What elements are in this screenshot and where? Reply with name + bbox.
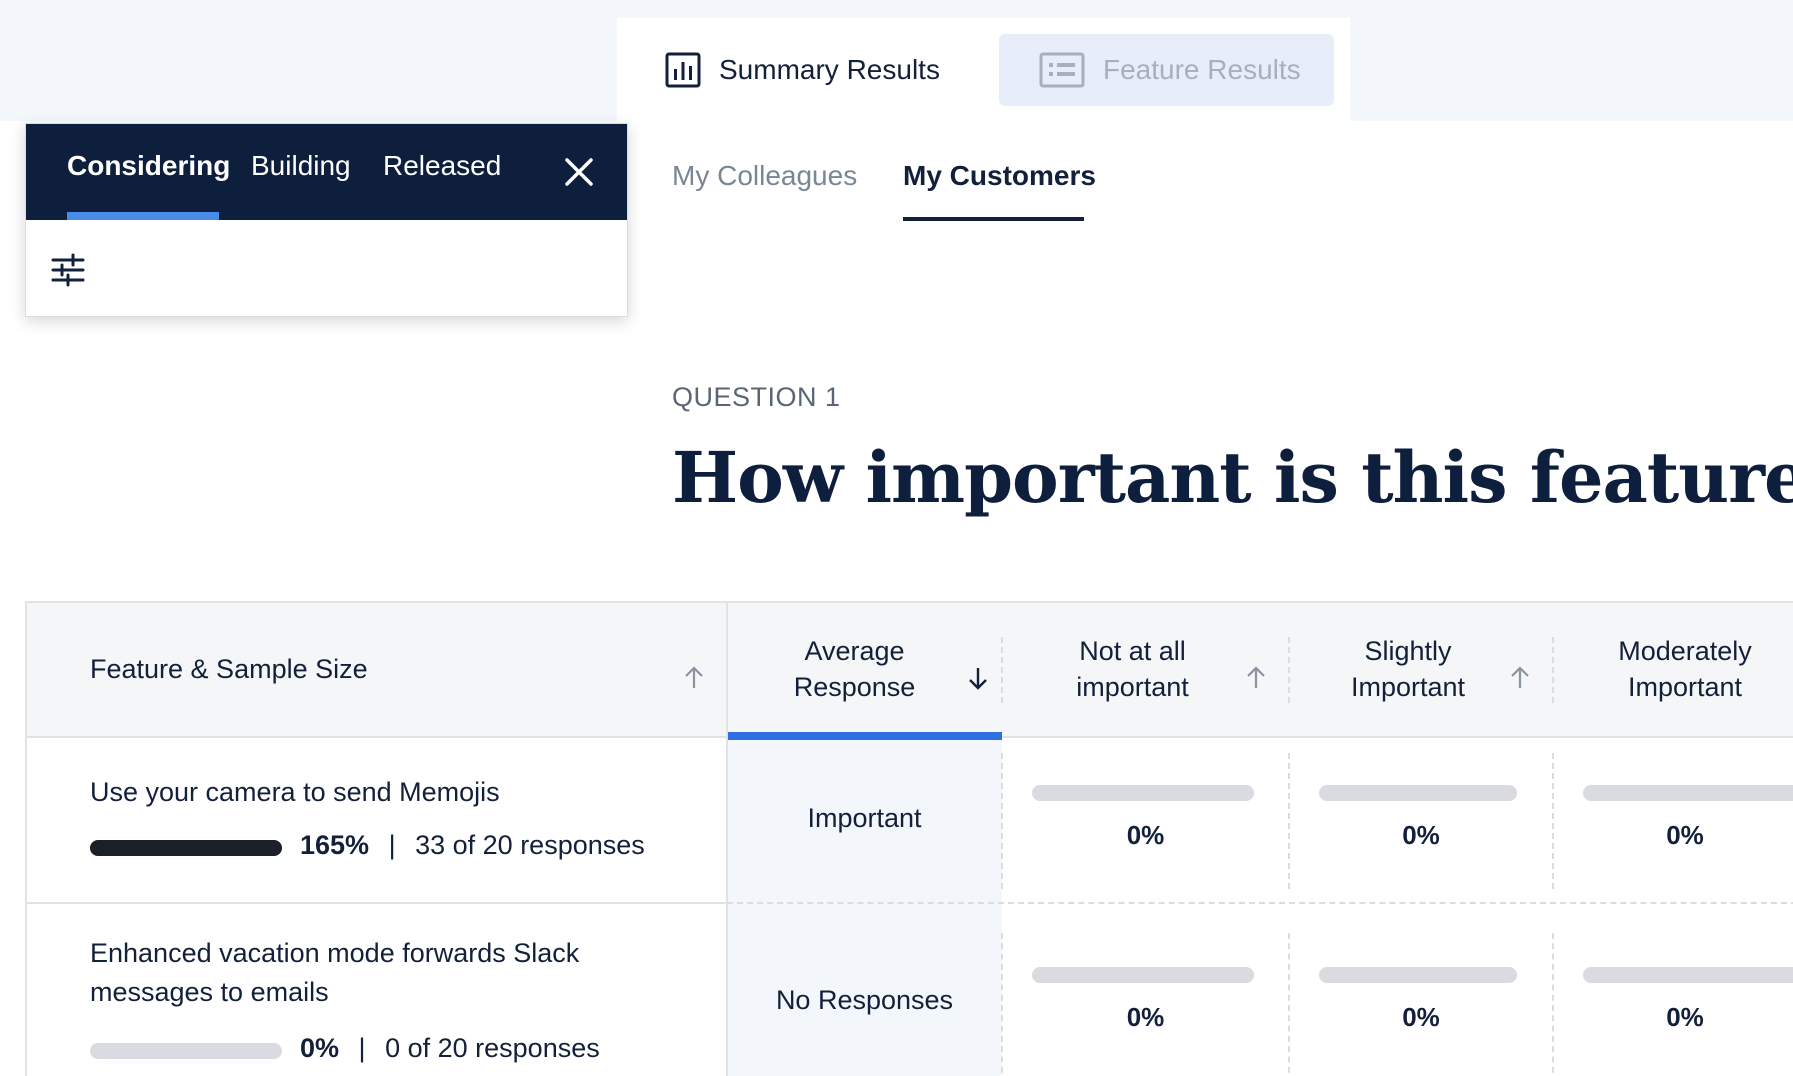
list-icon	[1039, 52, 1085, 88]
audience-tab-indicator	[903, 217, 1084, 221]
average-response-value: Important	[807, 803, 922, 833]
header-divider	[1552, 637, 1554, 703]
tab-considering[interactable]: Considering	[67, 150, 230, 182]
distribution-bar	[1032, 785, 1254, 801]
average-response-value: No Responses	[775, 985, 954, 1015]
sample-size-bar	[90, 840, 282, 856]
tab-released[interactable]: Released	[383, 150, 501, 182]
sample-size-percent: 165%	[300, 830, 370, 860]
response-count: 33 of 20 responses	[415, 830, 645, 860]
bar-chart-icon	[665, 52, 701, 88]
question-number: QUESTION 1	[672, 382, 841, 412]
filter-sliders-icon[interactable]	[50, 252, 86, 288]
row-divider	[27, 902, 726, 904]
sample-size-stat: 0% | 0 of 20 responses	[300, 1033, 600, 1064]
status-popover: Considering Building Released	[25, 123, 628, 317]
distribution-bar	[1319, 967, 1517, 983]
tab-summary-results[interactable]: Summary Results	[665, 34, 940, 106]
sorted-column-indicator	[727, 732, 1002, 740]
distribution-bar	[1583, 785, 1793, 801]
distribution-percent: 0%	[1126, 1002, 1165, 1032]
feature-name: Enhanced vacation mode forwards Slack me…	[90, 938, 580, 1008]
results-table: Feature & Sample Size Average Response N…	[25, 601, 1793, 1076]
sort-up-icon[interactable]	[1245, 665, 1267, 691]
distribution-percent: 0%	[1666, 1002, 1704, 1032]
sample-size-bar-fill	[90, 840, 282, 856]
column-header-moderately-important[interactable]: Moderately Important	[1553, 603, 1793, 736]
sort-up-icon[interactable]	[683, 665, 705, 691]
sample-size-stat: 165% | 33 of 20 responses	[300, 830, 645, 861]
distribution-percent: 0%	[1666, 820, 1704, 850]
distribution-percent: 0%	[1402, 820, 1440, 850]
table-header: Feature & Sample Size Average Response N…	[27, 603, 1793, 738]
tab-my-customers[interactable]: My Customers	[903, 160, 1096, 192]
distribution-bar	[1319, 785, 1517, 801]
feature-name: Use your camera to send Memojis	[90, 777, 500, 807]
response-count: 0 of 20 responses	[385, 1033, 600, 1063]
distribution-bar	[1032, 967, 1254, 983]
distribution-percent: 0%	[1126, 820, 1165, 850]
sort-up-icon[interactable]	[1509, 665, 1531, 691]
tab-summary-results-label: Summary Results	[719, 54, 940, 85]
sample-size-percent: 0%	[300, 1033, 340, 1063]
tab-feature-results[interactable]: Feature Results	[999, 34, 1334, 106]
results-page: Summary Results Feature Results Consider…	[0, 0, 1793, 1076]
distribution-bar	[1583, 967, 1793, 983]
header-divider	[1288, 637, 1290, 703]
sort-down-icon[interactable]	[967, 665, 989, 691]
average-column-highlight	[727, 740, 1002, 1076]
stat-separator: |	[388, 830, 396, 860]
column-header-feature[interactable]: Feature & Sample Size	[27, 603, 726, 736]
row-divider	[727, 902, 1793, 904]
header-divider	[1001, 637, 1003, 703]
column-header-average-response[interactable]: Average Response	[727, 603, 1002, 736]
sample-size-bar	[90, 1043, 282, 1059]
status-tabs-header: Considering Building Released	[26, 124, 627, 220]
question-title: How important is this feature to yo	[672, 436, 1793, 519]
tab-building[interactable]: Building	[251, 150, 351, 182]
stat-separator: |	[358, 1033, 366, 1063]
tab-my-colleagues[interactable]: My Colleagues	[672, 160, 857, 192]
active-tab-indicator	[67, 212, 219, 220]
distribution-percent: 0%	[1402, 1002, 1440, 1032]
tab-feature-results-label: Feature Results	[1103, 54, 1301, 85]
close-icon[interactable]	[561, 154, 597, 190]
